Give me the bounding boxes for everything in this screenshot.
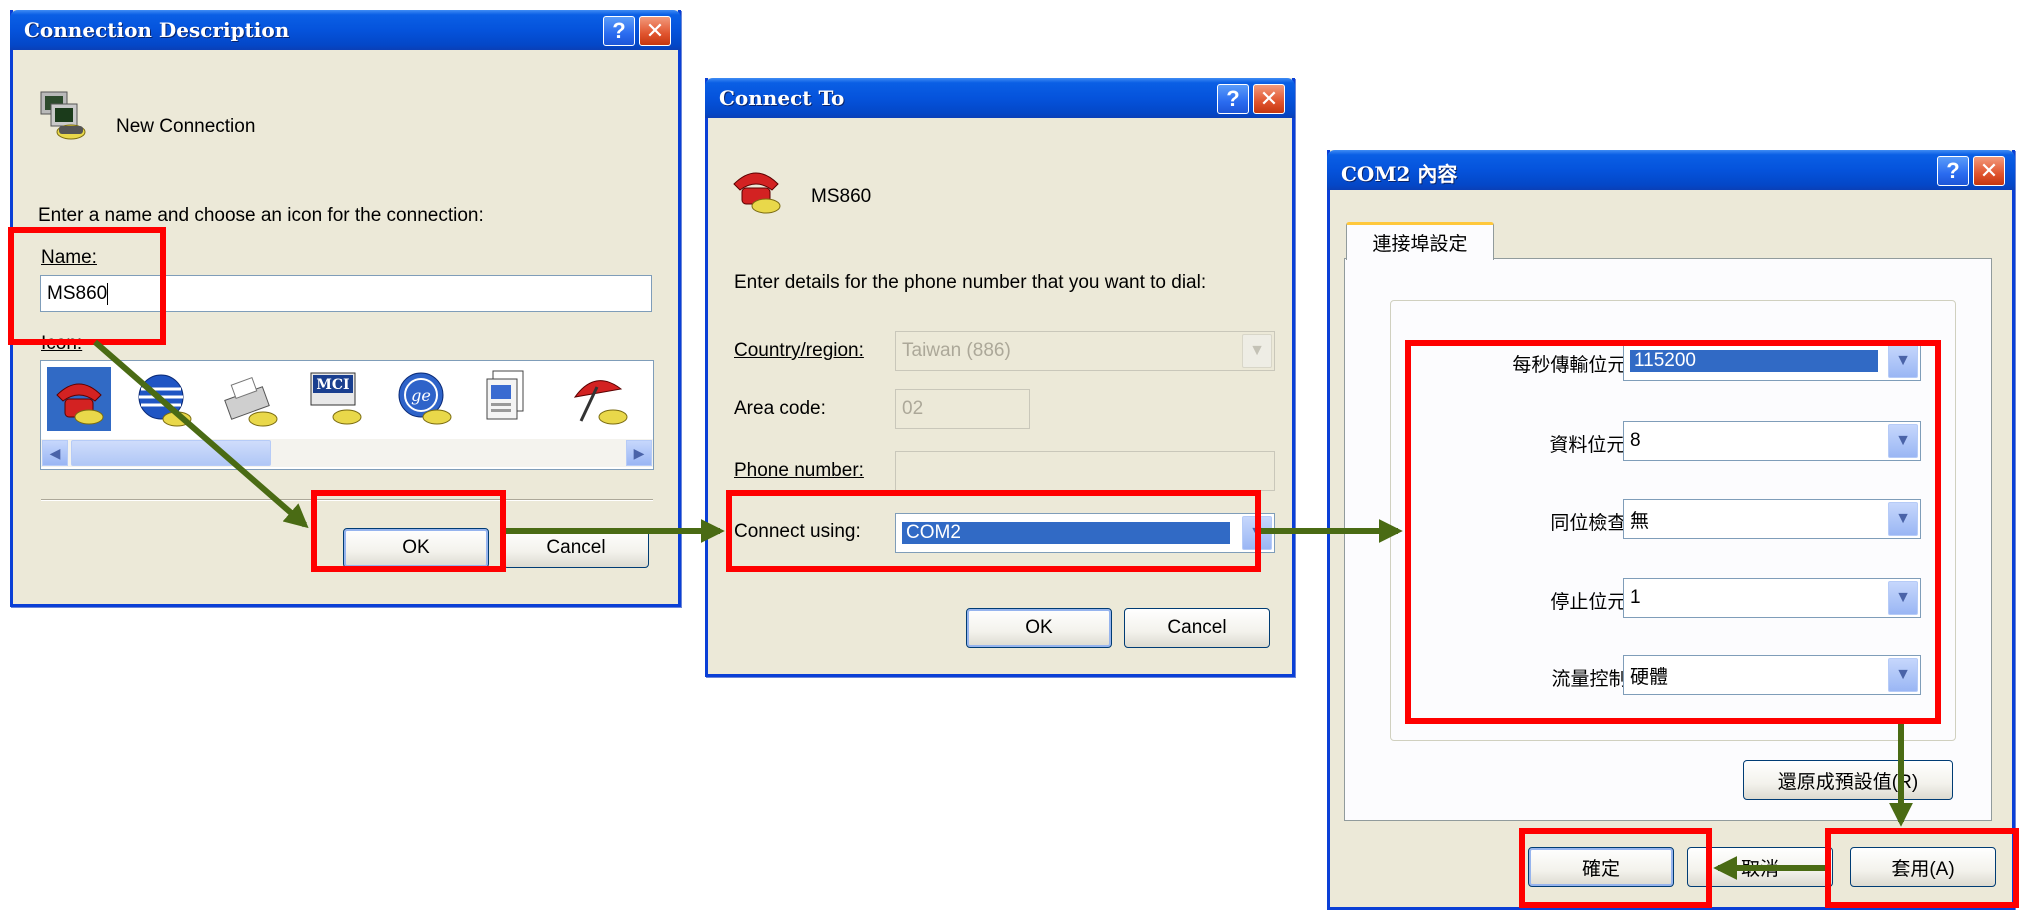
tab-port-settings[interactable]: 連接埠設定	[1346, 222, 1494, 260]
flow-arrow-name-to-ok	[93, 339, 309, 529]
flow-arrows	[93, 339, 1913, 880]
tab-label: 連接埠設定	[1372, 234, 1468, 255]
